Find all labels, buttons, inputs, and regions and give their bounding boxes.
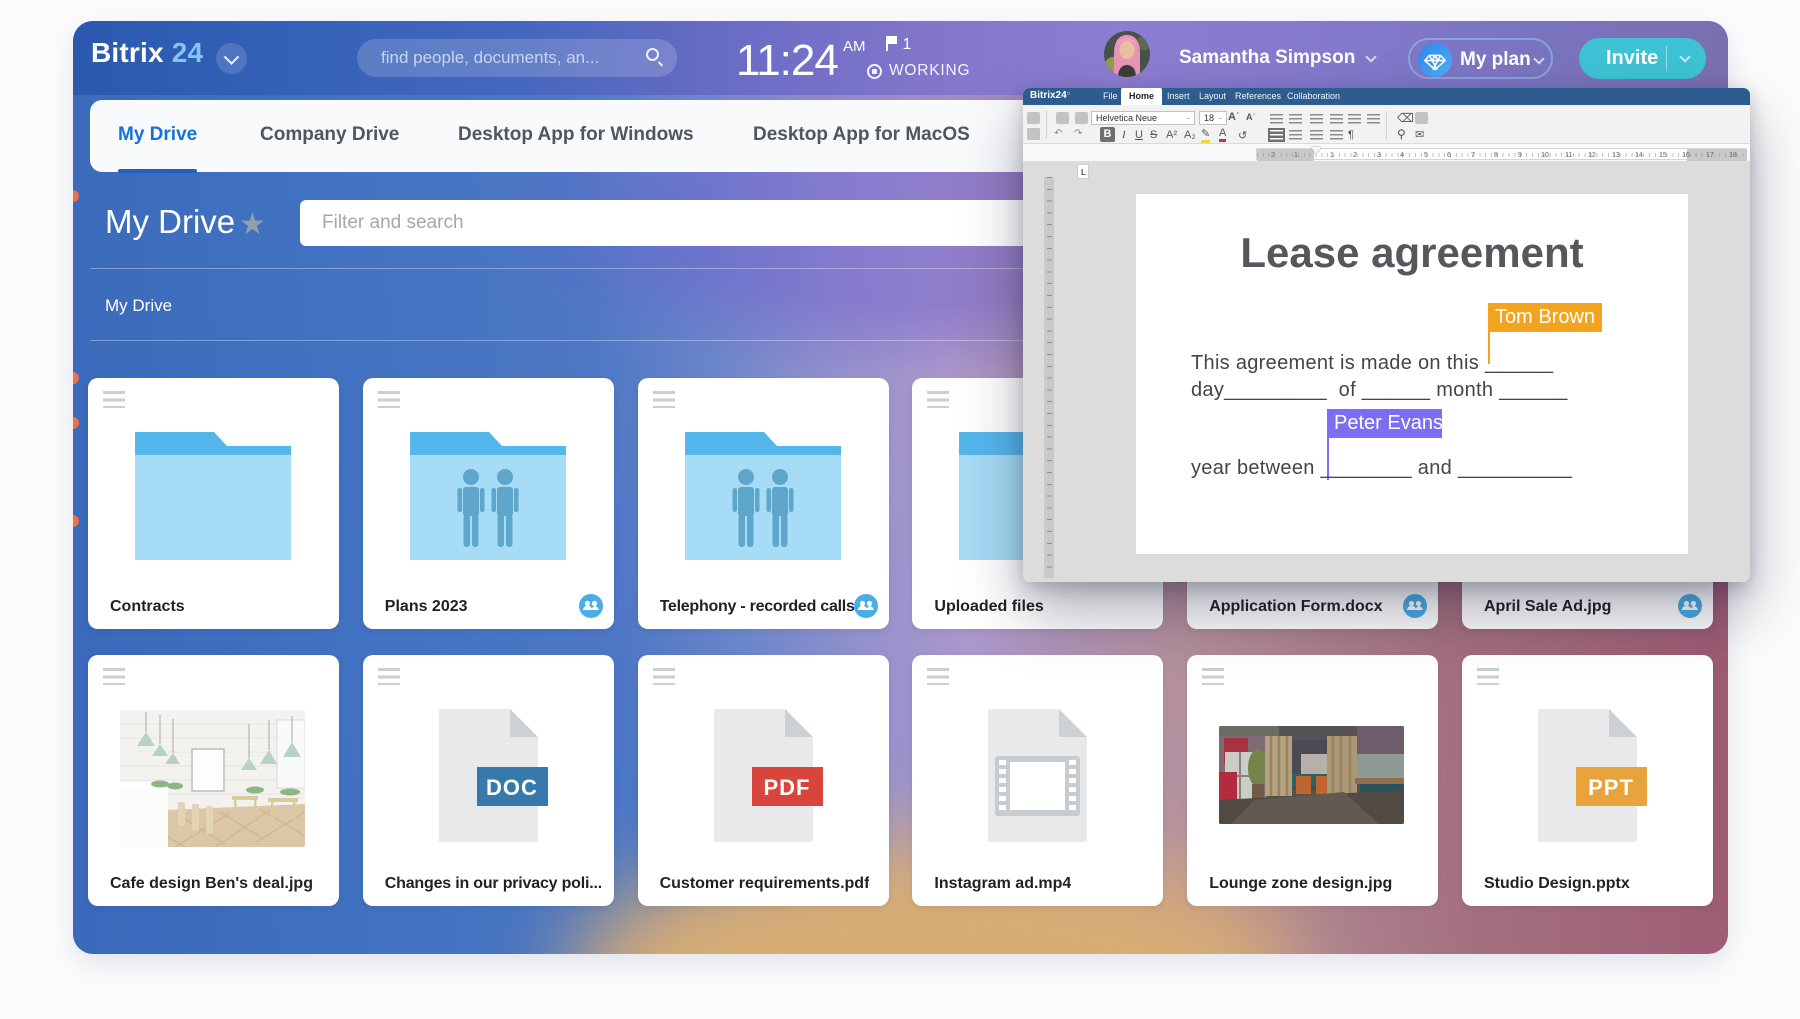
svg-text:DOC: DOC	[486, 775, 538, 800]
svg-text:PPT: PPT	[1588, 775, 1634, 800]
svg-text:PDF: PDF	[763, 775, 810, 800]
